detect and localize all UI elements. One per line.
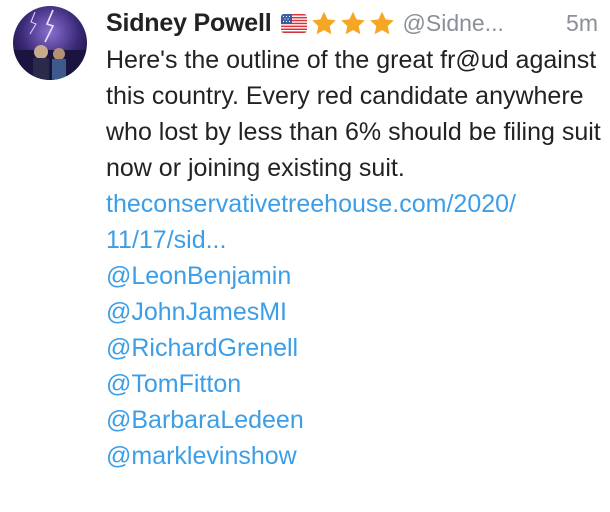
star-badges — [310, 10, 397, 37]
mention-link[interactable]: @RichardGrenell — [106, 330, 602, 366]
mention-link[interactable]: @TomFitton — [106, 366, 602, 402]
star-icon — [311, 11, 336, 34]
star-icon — [340, 11, 365, 34]
star-icon — [369, 11, 394, 34]
mention-link[interactable]: @JohnJamesMI — [106, 294, 602, 330]
timestamp[interactable]: 5m — [566, 10, 598, 37]
author-handle[interactable]: @Sidne... — [403, 10, 504, 37]
mention-link[interactable]: @BarbaraLedeen — [106, 402, 602, 438]
tweet-text: Here's the outline of the great fr@ud ag… — [106, 46, 601, 182]
url-link-line-2[interactable]: 11/17/sid... — [106, 222, 602, 258]
mention-link[interactable]: @LeonBenjamin — [106, 258, 602, 294]
author-name[interactable]: Sidney Powell — [106, 9, 272, 38]
tweet: Sidney Powell @Sidne... 5m Here's the ou… — [0, 0, 610, 512]
url-link-line-1[interactable]: theconservativetreehouse.com/2020/ — [106, 186, 602, 222]
avatar-image — [13, 6, 87, 80]
mention-link[interactable]: @marklevinshow — [106, 438, 602, 474]
tweet-header: Sidney Powell @Sidne... 5m — [106, 4, 602, 42]
us-flag-icon — [280, 13, 307, 33]
avatar[interactable] — [13, 6, 87, 80]
tweet-content: Sidney Powell @Sidne... 5m Here's the ou… — [106, 4, 602, 474]
